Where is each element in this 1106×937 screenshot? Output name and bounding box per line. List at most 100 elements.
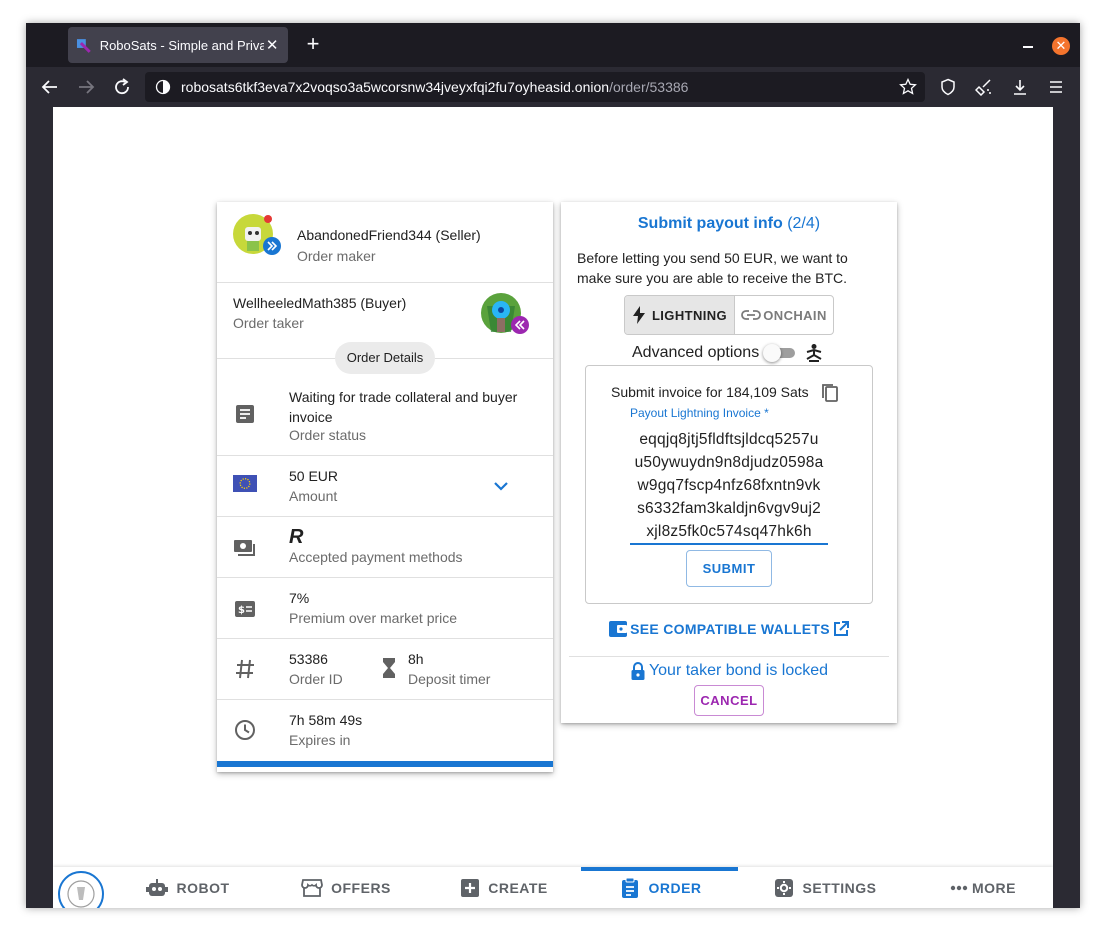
onion-site-icon[interactable] — [155, 79, 171, 95]
nav-create-label: CREATE — [488, 879, 548, 896]
see-compatible-wallets-link[interactable]: SEE COMPATIBLE WALLETS — [561, 620, 897, 638]
robosats-logo-icon[interactable] — [58, 871, 104, 908]
order-status-value: Waiting for trade collateral and buyer i… — [289, 389, 518, 425]
invoice-line: s6332fam3kaldjn6vgv9uj2 — [637, 500, 821, 517]
deposit-timer-value: 8h — [408, 651, 424, 667]
lightning-label: LIGHTNING — [651, 307, 728, 323]
shield-icon[interactable] — [936, 75, 960, 99]
lightning-toggle-button[interactable]: LIGHTNING — [625, 296, 735, 334]
invoice-box: Submit invoice for 184,109 Sats Payout L… — [585, 365, 873, 604]
maker-name: AbandonedFriend344 (Seller) — [297, 227, 481, 243]
divider — [217, 282, 553, 283]
copy-icon[interactable] — [821, 383, 839, 403]
order-id-value: 53386 — [289, 651, 328, 667]
taker-bond-status: Your taker bond is locked — [561, 661, 897, 681]
hamburger-menu-icon[interactable] — [1044, 75, 1068, 99]
revolut-logo: R — [289, 526, 304, 548]
url-path: /order/53386 — [609, 79, 689, 95]
back-icon[interactable] — [38, 75, 62, 99]
wallet-icon — [609, 621, 628, 637]
nav-settings-label: SETTINGS — [802, 879, 877, 896]
cancel-button[interactable]: CANCEL — [694, 685, 764, 716]
hourglass-icon — [383, 658, 395, 678]
robosats-favicon-icon — [76, 39, 91, 53]
tab-bar: RoboSats - Simple and Private ✕ + ✕ — [26, 23, 1080, 67]
browser-window: RoboSats - Simple and Private ✕ + ✕ robo… — [26, 23, 1080, 908]
nav-more[interactable]: MORE — [933, 867, 1033, 908]
payout-description: Before letting you send 50 EUR, we want … — [577, 250, 848, 286]
new-tab-icon[interactable]: + — [300, 32, 326, 58]
switch-knob — [763, 344, 781, 362]
bookmark-star-icon[interactable] — [899, 78, 917, 96]
invoice-line: xjl8z5fk0c574sq47hk6h — [646, 523, 812, 540]
browser-tab[interactable]: RoboSats - Simple and Private ✕ — [68, 27, 288, 63]
new-identity-broom-icon[interactable] — [972, 75, 996, 99]
payout-title-text: Submit payout info — [637, 215, 783, 232]
premium-label: Premium over market price — [289, 610, 458, 626]
invoice-line: w9gq7fscp4nfz68fxntn9vk — [637, 477, 821, 494]
lock-icon — [631, 662, 645, 680]
nav-order-label: ORDER — [648, 879, 702, 896]
taker-bond-text: Your taker bond is locked — [648, 662, 829, 679]
order-details-chip[interactable]: Order Details — [335, 342, 435, 374]
deposit-timer-label: Deposit timer — [408, 671, 491, 687]
price-change-icon: $ — [235, 601, 255, 617]
forward-icon[interactable] — [74, 75, 98, 99]
expires-in-value: 7h 58m 49s — [289, 712, 363, 728]
input-underline — [630, 543, 828, 545]
expand-chevron-down-icon[interactable] — [491, 476, 511, 496]
eu-flag-icon — [233, 475, 257, 492]
divider — [217, 699, 553, 700]
navigation-bar: robosats6tkf3eva7x2voqso3a5wcorsnw34jvey… — [26, 67, 1080, 107]
wallets-label: SEE COMPATIBLE WALLETS — [630, 621, 830, 637]
payout-info-card: Submit payout info (2/4) Before letting … — [561, 202, 897, 723]
minimize-window-icon[interactable] — [1020, 35, 1036, 55]
advanced-options-label: Advanced options — [632, 344, 760, 361]
order-summary-card: AbandonedFriend344 (Seller) Order maker … — [217, 202, 553, 772]
tag-hash-icon — [236, 659, 254, 679]
download-icon[interactable] — [1008, 75, 1032, 99]
premium-value: 7% — [289, 590, 310, 606]
payout-title: Submit payout info (2/4) — [561, 215, 897, 233]
reload-icon[interactable] — [110, 75, 134, 99]
robot-icon — [146, 878, 169, 896]
taker-robot-avatar[interactable] — [481, 292, 529, 336]
order-status-label: Order status — [289, 427, 367, 443]
invoice-amount-label: Submit invoice for 184,109 Sats — [611, 384, 809, 400]
tab-title: RoboSats - Simple and Private — [99, 37, 265, 53]
nav-offers[interactable]: OFFERS — [291, 867, 401, 908]
close-window-icon[interactable]: ✕ — [1052, 37, 1070, 55]
divider — [217, 455, 553, 456]
article-icon — [236, 405, 254, 423]
tab-close-icon[interactable]: ✕ — [264, 36, 280, 54]
nav-order[interactable]: ORDER — [606, 867, 716, 908]
nav-create[interactable]: CREATE — [449, 867, 559, 908]
add-box-icon — [461, 878, 480, 897]
payout-step: (2/4) — [787, 215, 821, 232]
open-in-new-icon — [833, 621, 849, 636]
maker-robot-avatar[interactable] — [233, 213, 281, 257]
more-horiz-icon — [950, 885, 968, 890]
payout-invoice-input[interactable]: eqqjq8jtj5fldftsjldcq5257u u50ywuydn9n8d… — [630, 428, 828, 543]
link-icon — [741, 310, 762, 320]
divider — [217, 577, 553, 578]
taker-role: Order taker — [233, 315, 304, 331]
amount-label: Amount — [289, 488, 338, 504]
url-host: robosats6tkf3eva7x2voqso3a5wcorsnw34jvey… — [181, 79, 610, 95]
nav-settings[interactable]: SETTINGS — [763, 867, 888, 908]
payout-method-toggle: LIGHTNING ONCHAIN — [624, 295, 834, 335]
expiry-progress-bar — [217, 761, 553, 767]
submit-button[interactable]: SUBMIT — [686, 550, 772, 587]
invoice-line: eqqjq8jtj5fldftsjldcq5257u — [639, 431, 819, 448]
page-viewport: AbandonedFriend344 (Seller) Order maker … — [53, 107, 1053, 908]
amount-value: 50 EUR — [289, 468, 339, 484]
nav-robot[interactable]: ROBOT — [133, 867, 243, 908]
url-bar[interactable]: robosats6tkf3eva7x2voqso3a5wcorsnw34jvey… — [145, 72, 925, 102]
storefront-icon — [301, 878, 324, 897]
self-improvement-meditation-icon — [806, 344, 822, 362]
svg-text:$: $ — [238, 605, 245, 616]
onchain-toggle-button[interactable]: ONCHAIN — [735, 296, 833, 334]
divider — [217, 516, 553, 517]
settings-gear-icon — [775, 878, 794, 897]
advanced-options-switch[interactable] — [763, 344, 797, 362]
